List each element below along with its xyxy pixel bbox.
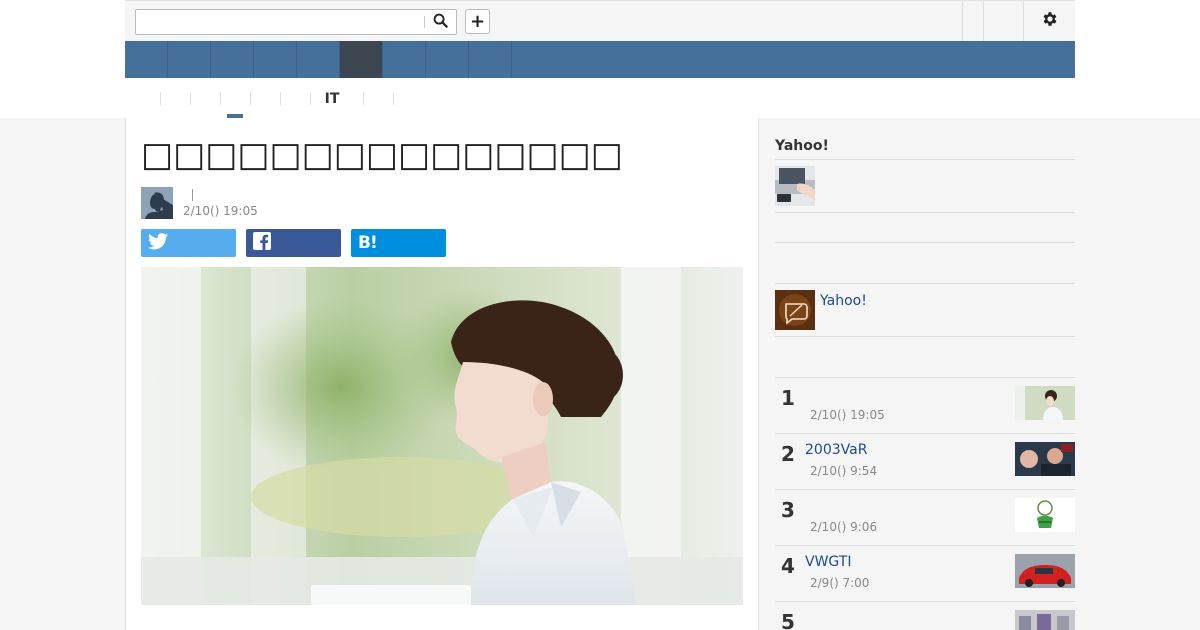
article: □□□□□□□□□□□□□□□ 2/10() 19:05 B! [125,118,759,630]
sub-nav-divider [160,92,161,105]
sidebar-heading: Yahoo! [775,138,829,154]
sub-nav-divider [280,92,281,105]
hatena-bookmark-button[interactable]: B! [351,229,446,257]
sub-nav-divider [250,92,251,105]
sub-nav-divider [190,92,191,105]
gear-icon [1041,10,1059,32]
nav-tab[interactable] [125,41,168,78]
sub-nav-item-it[interactable]: IT [321,91,343,109]
search-button[interactable] [428,12,452,32]
article-title: □□□□□□□□□□□□□□□ [141,135,623,175]
nav-tab[interactable] [254,41,297,78]
yahoo-promo-thumbnail[interactable] [775,290,815,330]
rank-number: 4 [781,554,795,578]
facebook-icon [253,232,271,254]
nav-tab[interactable] [383,41,426,78]
sub-nav-divider [310,92,311,105]
rank-number: 5 [781,610,795,630]
rank-thumbnail [1015,442,1075,476]
rank-thumbnail [1015,386,1075,420]
site-header: + [125,0,1075,41]
nav-tab[interactable] [168,41,211,78]
sub-nav-divider [220,92,221,105]
author-avatar[interactable] [141,187,173,219]
byline-divider [192,189,193,201]
nav-tab[interactable] [211,41,254,78]
sidebar-divider [775,212,1075,213]
nav-tab-active[interactable] [340,41,383,78]
rank-number: 2 [781,442,795,466]
sidebar: Yahoo! Yahoo! 1 2/10() 19:05 2 2003VaR 2… [775,118,1075,630]
facebook-share-button[interactable] [246,229,341,257]
sidebar-divider [775,242,1075,243]
search-divider [424,16,425,28]
rank-date: 2/10() 9:06 [810,520,878,534]
header-divider [962,1,963,41]
ranking-item[interactable]: 1 2/10() 19:05 [775,377,1075,433]
rank-date: 2/9() 7:00 [810,576,870,590]
search-icon [433,13,448,32]
twitter-share-button[interactable] [141,229,236,257]
sidebar-divider [775,336,1075,337]
nav-tab[interactable] [469,41,512,78]
twitter-icon [148,232,168,254]
sidebar-divider [775,159,1075,160]
sidebar-divider [775,283,1075,284]
ranking-item[interactable]: 2 2003VaR 2/10() 9:54 [775,433,1075,489]
add-button[interactable]: + [465,9,490,34]
publish-date: 2/10() 19:05 [183,204,258,218]
rank-thumbnail [1015,554,1075,588]
settings-button[interactable] [1039,10,1061,32]
rank-date: 2/10() 19:05 [810,408,885,422]
rank-number: 3 [781,498,795,522]
sub-nav-divider [393,92,394,105]
rank-thumbnail [1015,498,1075,532]
header-divider [1023,1,1024,41]
sub-nav: IT [125,78,1075,118]
rank-date: 2/10() 9:54 [810,464,878,478]
nav-tab[interactable] [297,41,340,78]
ranking-item[interactable]: 3 2/10() 9:06 [775,489,1075,545]
yahoo-promo-link[interactable]: Yahoo! [820,293,867,309]
rank-thumbnail [1015,610,1075,630]
sub-nav-divider [363,92,364,105]
rank-number: 1 [781,386,795,410]
category-nav [125,41,1075,78]
sidebar-thumbnail[interactable] [775,166,815,206]
ranking-item[interactable]: 4 VWGTI 2/9() 7:00 [775,545,1075,601]
hatena-bookmark-icon: B! [358,233,378,253]
nav-tab[interactable] [426,41,469,78]
ranking-item[interactable]: 5 [775,601,1075,630]
header-divider [983,1,984,41]
rank-title[interactable]: VWGTI [805,554,851,570]
rank-title[interactable]: 2003VaR [805,442,867,458]
search-box [135,9,457,35]
plus-icon: + [469,10,486,32]
article-hero-image [141,267,743,605]
search-input[interactable] [136,10,424,34]
